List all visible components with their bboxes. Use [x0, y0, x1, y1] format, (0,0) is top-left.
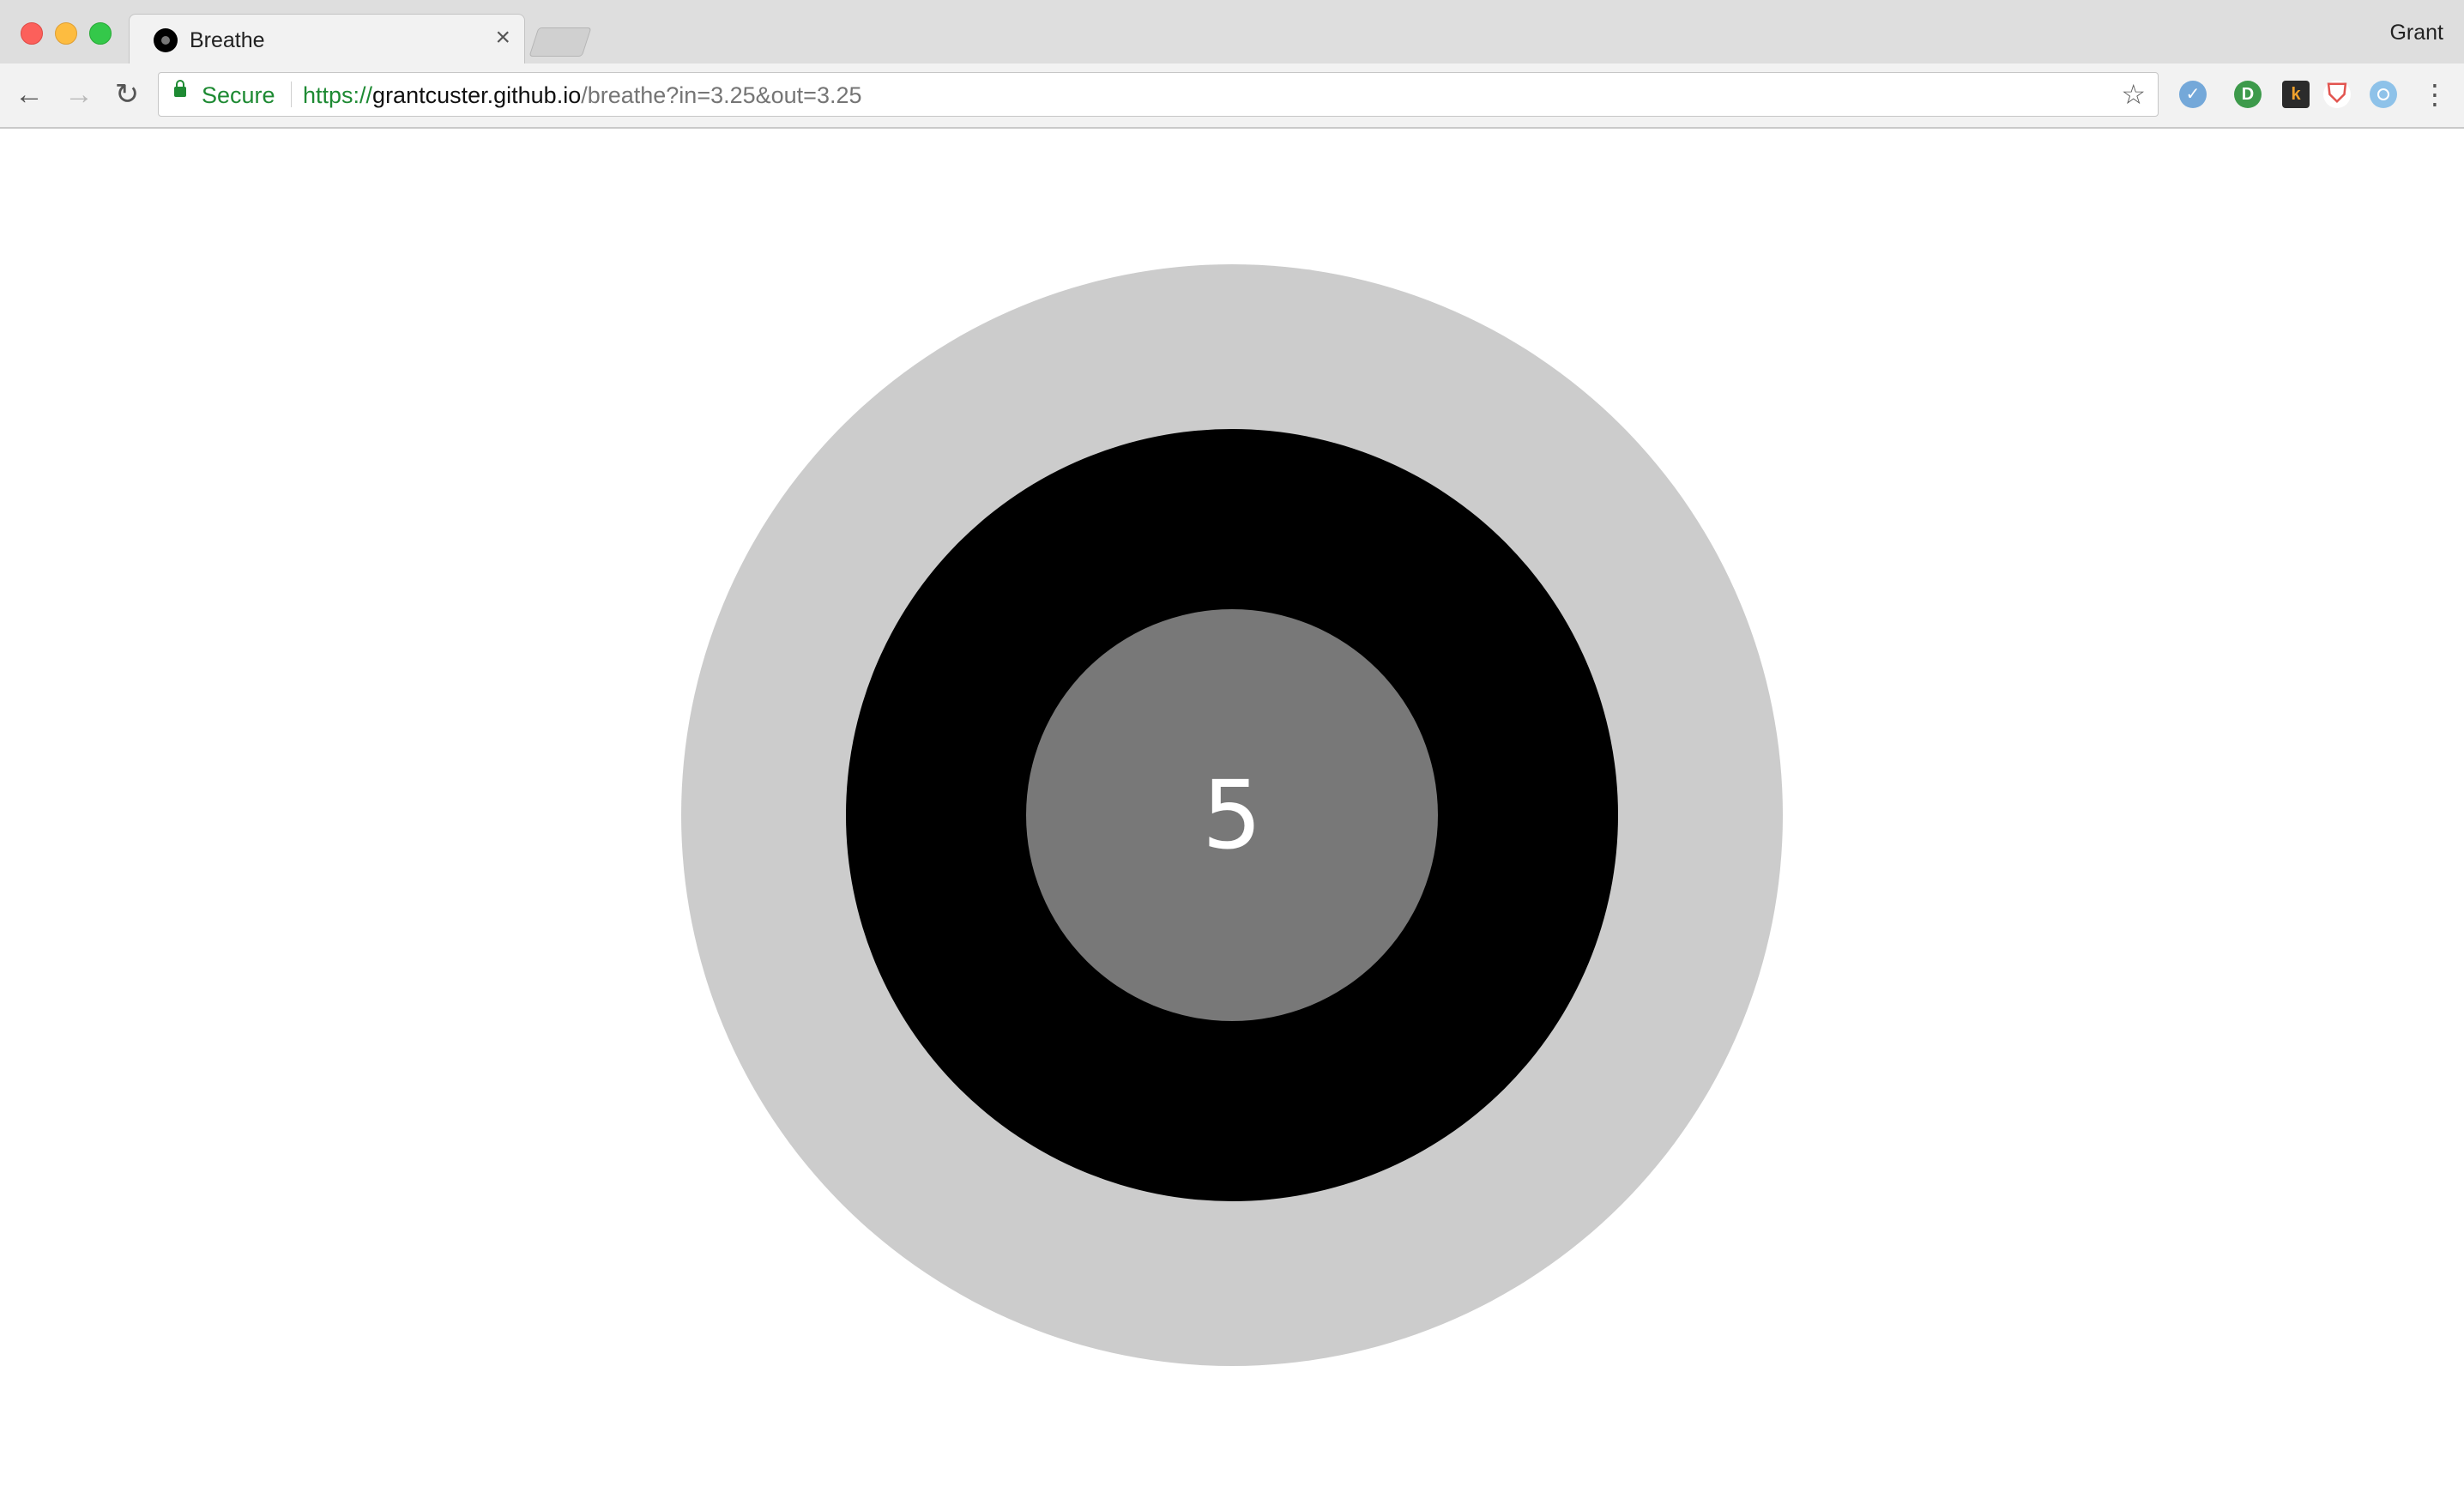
browser-menu-icon[interactable]: ⋮ [2421, 79, 2449, 110]
url-text[interactable]: https://grantcuster.github.io/breathe?in… [303, 82, 862, 109]
bookmark-star-icon[interactable]: ☆ [2121, 78, 2146, 111]
url-path: /breathe?in=3.25&out=3.25 [581, 82, 862, 108]
grammar-icon[interactable]: D [2234, 81, 2262, 108]
shield-icon[interactable]: ⛉ [2323, 81, 2351, 108]
browser-toolbar: ← → ↻ Secure https://grantcuster.github.… [0, 63, 2464, 129]
profile-name[interactable]: Grant [2389, 21, 2443, 45]
breathe-page: 5 [0, 129, 2464, 1505]
address-bar-divider [291, 82, 292, 107]
tab-strip: Breathe × Grant [0, 0, 2464, 64]
k-icon[interactable]: k [2282, 81, 2310, 108]
feedly-icon[interactable]: ✓ [2179, 81, 2207, 108]
url-host: grantcuster.github.io [372, 82, 582, 108]
window-maximize-button[interactable] [89, 22, 112, 45]
tab-title: Breathe [190, 28, 265, 52]
circle-icon[interactable] [2370, 81, 2397, 108]
breath-counter: 5 [1202, 760, 1262, 870]
back-arrow-icon[interactable]: ← [10, 76, 48, 113]
tab-close-icon[interactable]: × [495, 25, 510, 51]
address-bar[interactable]: Secure https://grantcuster.github.io/bre… [158, 72, 2159, 117]
secure-label: Secure [202, 82, 275, 108]
new-tab-button[interactable] [528, 27, 592, 57]
lock-icon [174, 80, 186, 97]
breathe-favicon-icon [154, 28, 178, 52]
reload-icon[interactable]: ↻ [108, 76, 146, 113]
window-minimize-button[interactable] [55, 22, 77, 45]
window-close-button[interactable] [21, 22, 43, 45]
url-scheme: https:// [303, 82, 373, 108]
forward-arrow-icon[interactable]: → [60, 76, 98, 113]
tab-breathe[interactable]: Breathe × [129, 14, 525, 64]
